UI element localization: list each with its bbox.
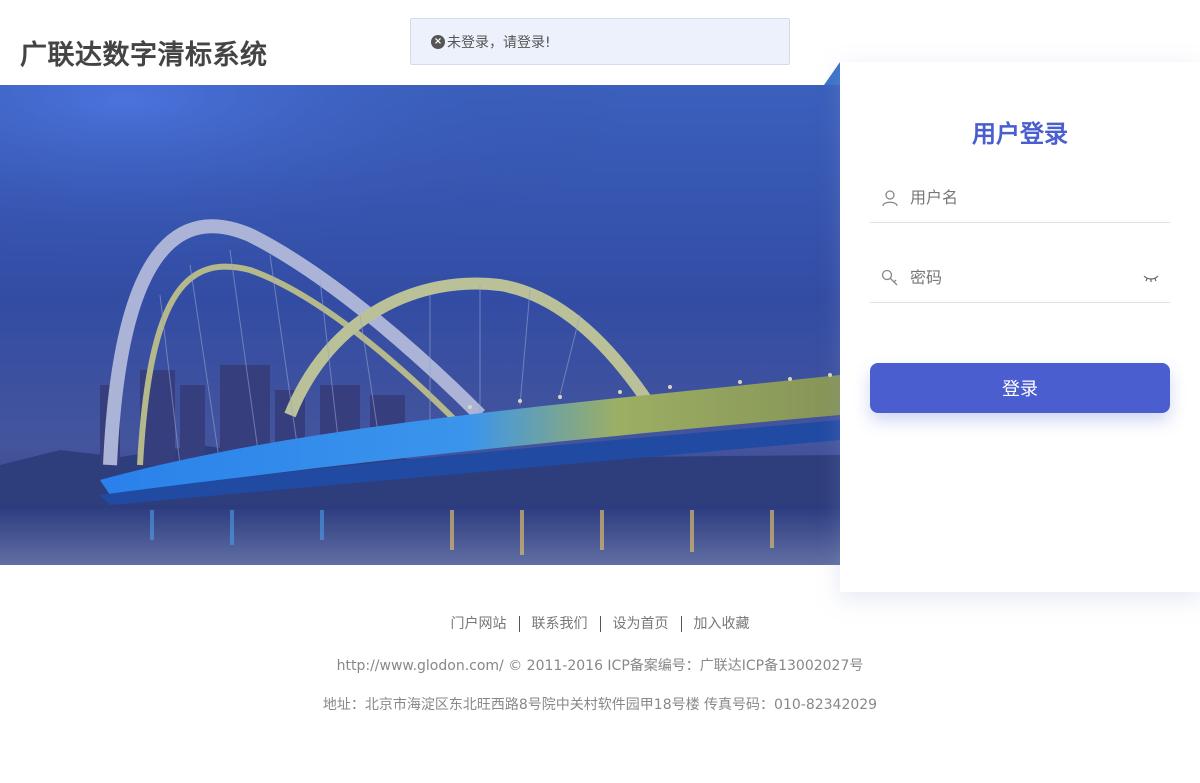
- user-icon: [882, 189, 898, 206]
- login-card: 用户登录 登录: [840, 62, 1200, 592]
- username-field: [870, 173, 1170, 223]
- app-title: 广联达数字清标系统: [20, 40, 268, 71]
- key-icon: [881, 269, 898, 285]
- footer-link-set-homepage[interactable]: 设为首页: [599, 616, 681, 632]
- footer-link-portal[interactable]: 门户网站: [439, 616, 519, 632]
- password-field: [870, 253, 1170, 303]
- login-required-toast: × 未登录，请登录!: [410, 18, 790, 65]
- login-title: 用户登录: [972, 120, 1068, 148]
- eye-closed-icon[interactable]: [1142, 271, 1160, 285]
- address-text: 地址：北京市海淀区东北旺西路8号院中关村软件园甲18号楼 传真号码：010-82…: [322, 697, 878, 713]
- copyright-text: http://www.glodon.com/ © 2011-2016 ICP备案…: [336, 658, 864, 674]
- username-input[interactable]: [910, 182, 1170, 213]
- footer-links: 门户网站 联系我们 设为首页 加入收藏: [0, 616, 1200, 632]
- toast-message: 未登录，请登录!: [447, 34, 551, 51]
- error-circle-icon: ×: [431, 34, 445, 49]
- password-input[interactable]: [910, 262, 1142, 293]
- footer-link-contact[interactable]: 联系我们: [518, 616, 600, 632]
- login-button[interactable]: 登录: [870, 363, 1170, 413]
- corner-decoration: [824, 62, 840, 85]
- hero-bridge-image: [0, 85, 840, 565]
- footer-link-bookmark[interactable]: 加入收藏: [680, 616, 762, 632]
